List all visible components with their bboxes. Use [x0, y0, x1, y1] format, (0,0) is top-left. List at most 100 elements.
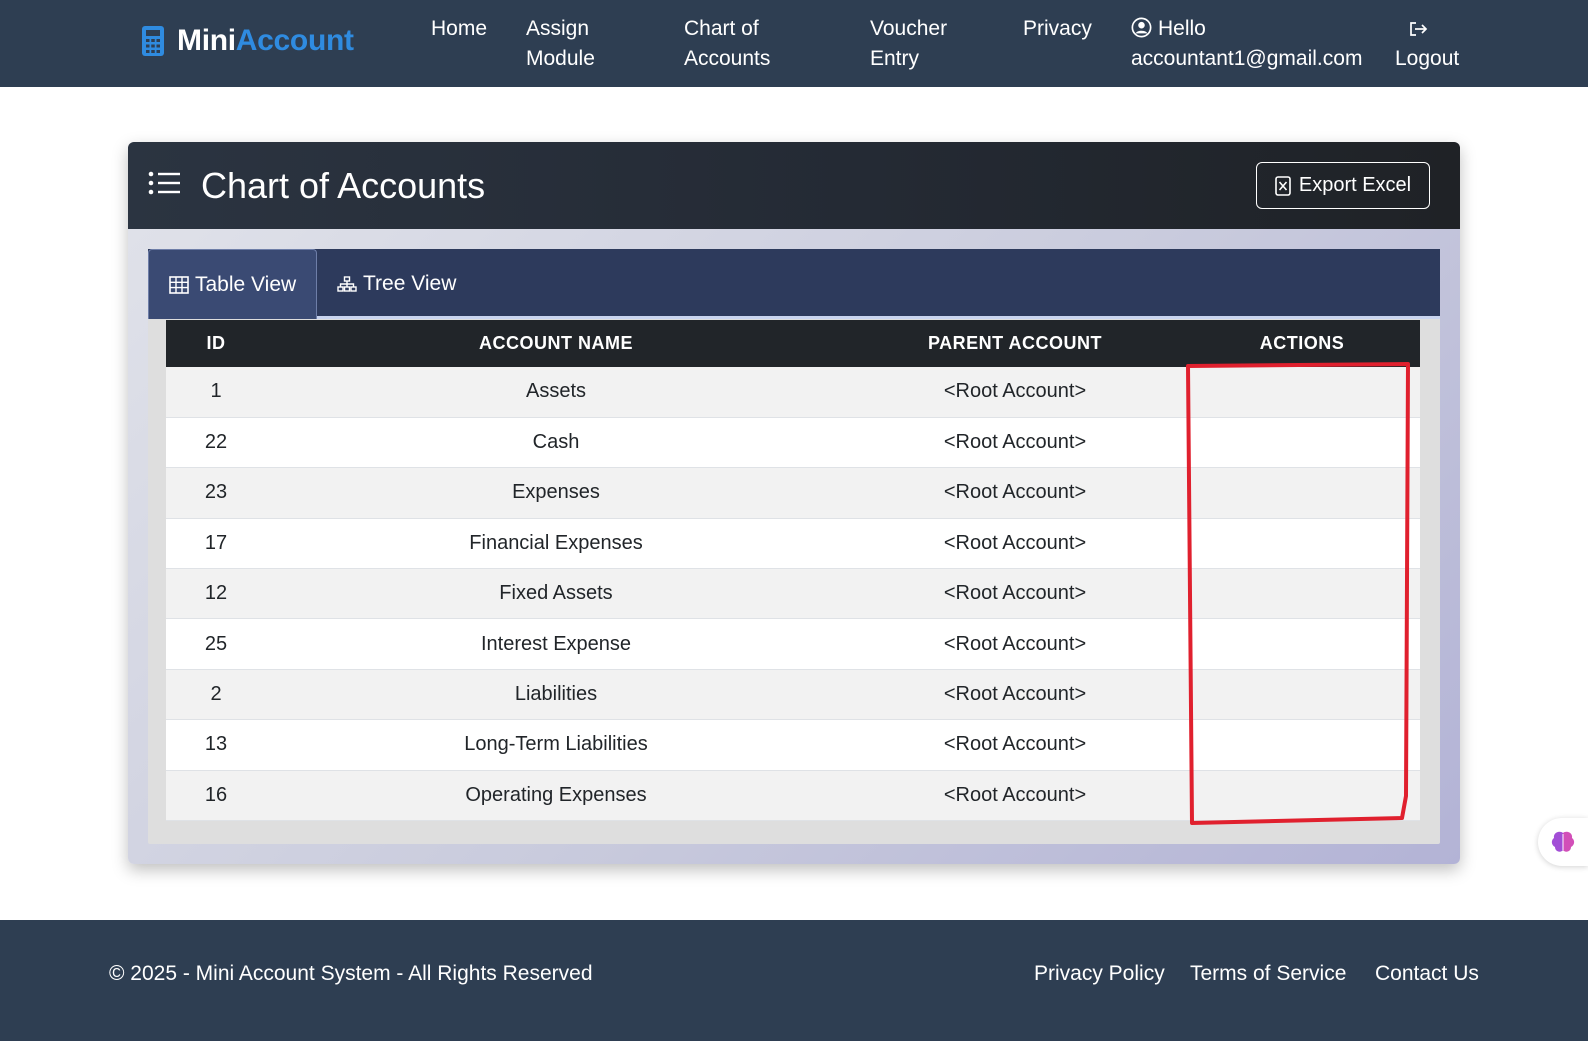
- cell-actions: [1184, 367, 1420, 417]
- cell-id: 16: [166, 770, 266, 820]
- cell-account-name: Financial Expenses: [266, 518, 846, 568]
- table-row[interactable]: 22Cash<Root Account>: [166, 417, 1420, 467]
- export-excel-button[interactable]: Export Excel: [1256, 162, 1430, 209]
- cell-account-name: Assets: [266, 367, 846, 417]
- logout-label: Logout: [1395, 44, 1459, 74]
- cell-parent-account: <Root Account>: [846, 770, 1184, 820]
- sitemap-icon: [337, 275, 357, 293]
- table-row[interactable]: 2Liabilities<Root Account>: [166, 669, 1420, 719]
- card-body: Table View Tree View ID ACCOUNT NAME: [148, 249, 1440, 844]
- cell-parent-account: <Root Account>: [846, 669, 1184, 719]
- cell-parent-account: <Root Account>: [846, 569, 1184, 619]
- table-icon: [169, 276, 189, 294]
- user-hello-text: Hello: [1158, 17, 1206, 40]
- list-icon: [148, 170, 182, 198]
- table-row[interactable]: 12Fixed Assets<Root Account>: [166, 569, 1420, 619]
- nav-chart-of-accounts[interactable]: Chart of Accounts: [684, 14, 770, 74]
- nav-voucher-entry[interactable]: Voucher Entry: [870, 14, 947, 74]
- brain-icon: [1550, 830, 1576, 854]
- brand-name-part1: Mini: [177, 24, 236, 57]
- nav-chart-of-accounts-line2: Accounts: [684, 44, 770, 74]
- chart-of-accounts-card: Chart of Accounts Export Excel Table Vie…: [128, 142, 1460, 864]
- tab-table-view-label: Table View: [195, 273, 296, 297]
- cell-account-name: Expenses: [266, 468, 846, 518]
- cell-actions: [1184, 468, 1420, 518]
- cell-account-name: Cash: [266, 417, 846, 467]
- cell-actions: [1184, 720, 1420, 770]
- page-footer: © 2025 - Mini Account System - All Right…: [0, 920, 1588, 1041]
- cell-actions: [1184, 619, 1420, 669]
- cell-parent-account: <Root Account>: [846, 468, 1184, 518]
- cell-account-name: Liabilities: [266, 669, 846, 719]
- nav-user-profile[interactable]: Hello accountant1@gmail.com: [1131, 14, 1362, 74]
- brand-logo[interactable]: MiniAccount: [141, 24, 354, 58]
- logout-button[interactable]: Logout: [1395, 14, 1459, 74]
- cell-account-name: Operating Expenses: [266, 770, 846, 820]
- nav-assign-module-line1: Assign: [526, 14, 595, 44]
- table-row[interactable]: 23Expenses<Root Account>: [166, 468, 1420, 518]
- column-header-actions: ACTIONS: [1184, 320, 1420, 367]
- cell-actions: [1184, 417, 1420, 467]
- footer-privacy-policy-link[interactable]: Privacy Policy: [1034, 962, 1165, 986]
- cell-account-name: Interest Expense: [266, 619, 846, 669]
- user-circle-icon: [1131, 17, 1152, 38]
- table-header-row: ID ACCOUNT NAME PARENT ACCOUNT ACTIONS: [166, 320, 1420, 367]
- floating-assistant-button[interactable]: [1538, 818, 1588, 866]
- column-header-account-name[interactable]: ACCOUNT NAME: [266, 320, 846, 367]
- cell-id: 23: [166, 468, 266, 518]
- calculator-icon: [141, 25, 165, 57]
- tab-tree-view-label: Tree View: [363, 272, 456, 296]
- cell-id: 25: [166, 619, 266, 669]
- brand-name: MiniAccount: [177, 24, 354, 58]
- nav-voucher-entry-line2: Entry: [870, 44, 947, 74]
- cell-parent-account: <Root Account>: [846, 417, 1184, 467]
- table-row[interactable]: 13Long-Term Liabilities<Root Account>: [166, 720, 1420, 770]
- cell-id: 2: [166, 669, 266, 719]
- cell-id: 13: [166, 720, 266, 770]
- nav-home[interactable]: Home: [431, 14, 487, 44]
- cell-account-name: Fixed Assets: [266, 569, 846, 619]
- accounts-table: ID ACCOUNT NAME PARENT ACCOUNT ACTIONS 1…: [166, 320, 1420, 821]
- nav-privacy[interactable]: Privacy: [1023, 14, 1092, 44]
- page-title: Chart of Accounts: [201, 164, 485, 208]
- cell-actions: [1184, 569, 1420, 619]
- nav-home-label: Home: [431, 17, 487, 40]
- cell-parent-account: <Root Account>: [846, 720, 1184, 770]
- top-navbar: MiniAccount Home Assign Module Chart of …: [0, 0, 1588, 87]
- cell-id: 1: [166, 367, 266, 417]
- table-row[interactable]: 25Interest Expense<Root Account>: [166, 619, 1420, 669]
- copyright-text: © 2025 - Mini Account System - All Right…: [109, 962, 593, 986]
- nav-voucher-entry-line1: Voucher: [870, 14, 947, 44]
- nav-assign-module-line2: Module: [526, 44, 595, 74]
- column-header-id[interactable]: ID: [166, 320, 266, 367]
- excel-file-icon: [1275, 176, 1291, 196]
- table-row[interactable]: 1Assets<Root Account>: [166, 367, 1420, 417]
- cell-actions: [1184, 518, 1420, 568]
- logout-icon: [1407, 14, 1429, 44]
- tab-underline: [317, 316, 1440, 319]
- cell-parent-account: <Root Account>: [846, 619, 1184, 669]
- column-header-parent-account[interactable]: PARENT ACCOUNT: [846, 320, 1184, 367]
- nav-assign-module[interactable]: Assign Module: [526, 14, 595, 74]
- cell-id: 22: [166, 417, 266, 467]
- cell-id: 12: [166, 569, 266, 619]
- view-tabs: Table View Tree View: [148, 249, 1440, 319]
- footer-contact-us-link[interactable]: Contact Us: [1375, 962, 1479, 986]
- user-email: accountant1@gmail.com: [1131, 44, 1362, 74]
- card-header: Chart of Accounts Export Excel: [128, 142, 1460, 229]
- cell-parent-account: <Root Account>: [846, 367, 1184, 417]
- nav-privacy-label: Privacy: [1023, 17, 1092, 40]
- cell-account-name: Long-Term Liabilities: [266, 720, 846, 770]
- cell-actions: [1184, 770, 1420, 820]
- export-excel-label: Export Excel: [1299, 174, 1411, 197]
- table-row[interactable]: 16Operating Expenses<Root Account>: [166, 770, 1420, 820]
- nav-chart-of-accounts-line1: Chart of: [684, 14, 770, 44]
- cell-parent-account: <Root Account>: [846, 518, 1184, 568]
- cell-id: 17: [166, 518, 266, 568]
- footer-terms-of-service-link[interactable]: Terms of Service: [1190, 962, 1346, 986]
- cell-actions: [1184, 669, 1420, 719]
- brand-name-part2: Account: [236, 24, 354, 57]
- tab-tree-view[interactable]: Tree View: [337, 249, 456, 319]
- tab-table-view[interactable]: Table View: [148, 249, 317, 319]
- table-row[interactable]: 17Financial Expenses<Root Account>: [166, 518, 1420, 568]
